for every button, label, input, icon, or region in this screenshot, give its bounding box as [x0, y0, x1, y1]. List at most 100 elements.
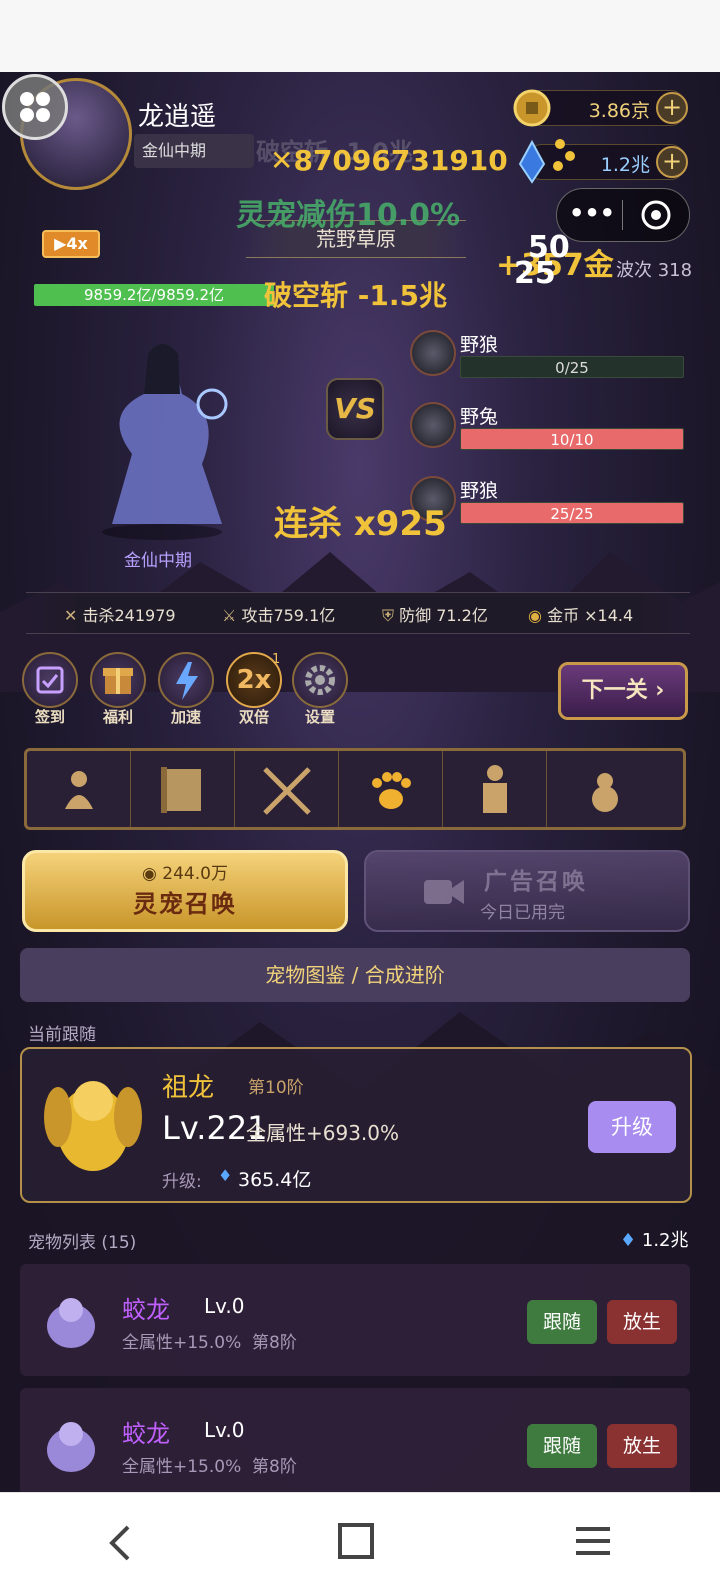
gold-add-button[interactable]: +: [656, 92, 688, 124]
summon-coin-icon: ◉: [142, 864, 157, 884]
tab-cultivation[interactable]: [27, 751, 131, 827]
tab-warrior[interactable]: [443, 751, 547, 827]
pet-tier: 第8阶: [252, 1457, 297, 1477]
stat-defense-text: 防御 71.2亿: [399, 606, 488, 625]
buff-text: 灵宠减伤10.0%: [236, 198, 461, 233]
checkin-button[interactable]: [22, 652, 78, 708]
gem-amount: 1.2兆: [600, 154, 650, 176]
gold-amount: 3.86京: [588, 100, 650, 122]
double-badge: 1: [272, 652, 281, 667]
enemy-name: 野兔: [460, 406, 499, 428]
welfare-label: 福利: [102, 708, 133, 726]
summon-cost: ◉ 244.0万: [25, 859, 345, 884]
video-camera-icon: [424, 880, 464, 904]
release-button[interactable]: 放生: [607, 1300, 677, 1344]
speed-badge[interactable]: ▶4x: [42, 230, 100, 258]
paw-icon: [372, 772, 411, 809]
stat-attack: ⚔ 攻击759.1亿: [222, 602, 335, 626]
pet-tier: 第8阶: [252, 1333, 297, 1353]
enemy-hp-bar: 0/25: [460, 356, 684, 378]
back-icon[interactable]: [100, 1521, 140, 1565]
stat-kills: ✕ 击杀241979: [64, 602, 176, 626]
scroll-icon: [161, 767, 201, 813]
stat-gold-rate-text: 金币 ×14.4: [547, 606, 634, 625]
enemy-avatar: [410, 402, 456, 448]
pet-list-title: 宠物列表 (15): [28, 1233, 137, 1253]
follow-button[interactable]: 跟随: [527, 1424, 597, 1468]
pet-name: 蛟龙: [122, 1420, 170, 1448]
summon-cost-text: 244.0万: [162, 864, 228, 884]
home-icon[interactable]: [334, 1519, 378, 1563]
pet-list-balance-value: 1.2兆: [641, 1230, 689, 1251]
stat-defense: ⛨ 防御 71.2亿: [382, 602, 488, 626]
pet-list-balance: ♦ 1.2兆: [620, 1226, 689, 1252]
ad-summon-label: 广告召唤: [484, 869, 588, 895]
double-label: 双倍: [238, 708, 269, 726]
follow-button[interactable]: 跟随: [527, 1300, 597, 1344]
damage-number-25: 25: [514, 256, 556, 291]
damage-total-text: ✕87096731910: [270, 144, 508, 177]
settings-button[interactable]: [292, 652, 348, 708]
gourd-icon: [592, 773, 618, 812]
sword-icon: ⚔: [222, 606, 237, 625]
shield-icon: ⛨: [382, 606, 395, 625]
enemy-hp-text: 0/25: [555, 359, 589, 377]
tab-gourd[interactable]: [547, 751, 651, 827]
more-options-icon[interactable]: •••: [566, 192, 618, 238]
upgrade-cost-value: 365.4亿: [238, 1169, 312, 1191]
pet-summon-button[interactable]: ◉ 244.0万 灵宠召唤: [22, 850, 348, 932]
capsule-divider: [622, 200, 623, 230]
current-pet-card: 祖龙 第10阶 Lv.221 全属性+693.0% 升级: ♦ 365.4亿 升…: [20, 1047, 692, 1203]
pet-list-item: 蛟龙 Lv.0 全属性+15.0% 第8阶 跟随 放生: [20, 1388, 690, 1492]
enemy-hp-bar: 10/10: [460, 428, 684, 450]
next-level-button[interactable]: 下一关 ›: [558, 662, 688, 720]
tab-weapons[interactable]: [235, 751, 339, 827]
menu-icon[interactable]: [572, 1521, 616, 1561]
category-tab-bar: [24, 748, 686, 830]
pet-bonus: 全属性+15.0%: [122, 1333, 242, 1353]
pet-codex-button[interactable]: 宠物图鉴 / 合成进阶: [20, 948, 690, 1002]
damage-total-value: 87096731910: [293, 144, 508, 177]
close-miniprogram-icon[interactable]: [640, 199, 672, 231]
meditating-figure-icon: [65, 771, 93, 809]
kills-icon: ✕: [64, 606, 78, 625]
stat-gold-rate: ◉ 金币 ×14.4: [528, 602, 633, 626]
combo-text: 连杀 x925: [274, 504, 447, 544]
dragon-pet-image: [47, 1422, 95, 1472]
speedup-button[interactable]: [158, 652, 214, 708]
player-realm-badge: 金仙中期: [134, 134, 254, 168]
ad-summon-button[interactable]: 广告召唤 今日已用完: [364, 850, 690, 932]
stat-kills-text: 击杀241979: [82, 606, 176, 625]
enemy-hp-text: 25/25: [550, 505, 594, 523]
pet-level: Lv.0: [204, 1294, 245, 1318]
tab-scroll[interactable]: [131, 751, 235, 827]
gold-coin-icon: [513, 89, 551, 127]
game-screen: 龙逍遥 金仙中期 ▶4x 9859.2亿/9859.2亿 3.86京 + 1.2…: [0, 72, 720, 1492]
hero-character-sprite: [102, 344, 228, 540]
wave-counter: 波次 318: [616, 260, 693, 281]
lightning-icon: [176, 662, 198, 700]
skill-hit-text: 破空斩 -1.5兆: [264, 279, 447, 312]
vs-badge: VS: [326, 378, 384, 440]
menu-grid-button[interactable]: [2, 74, 68, 140]
enemy-name: 野狼: [460, 480, 499, 502]
coin-icon: ◉: [528, 606, 542, 625]
ad-summon-status: 今日已用完: [480, 903, 565, 923]
gem-icon: [518, 139, 575, 184]
stat-attack-text: 攻击759.1亿: [241, 606, 336, 625]
player-hp-text: 9859.2亿/9859.2亿: [83, 286, 225, 304]
browser-top-bar: [0, 0, 720, 72]
upgrade-button[interactable]: 升级: [588, 1101, 676, 1153]
tab-pets[interactable]: [339, 751, 443, 827]
pet-bonus: 全属性+15.0%: [122, 1457, 242, 1477]
gear-icon: [305, 665, 335, 695]
welfare-button[interactable]: [90, 652, 146, 708]
upgrade-cost-label: 升级:: [162, 1172, 202, 1192]
enemy-name: 野狼: [460, 334, 499, 356]
release-button[interactable]: 放生: [607, 1424, 677, 1468]
gem-tiny-icon: ♦: [620, 1230, 637, 1251]
dragon-pet-image: [47, 1298, 95, 1348]
pet-list-item: 蛟龙 Lv.0 全属性+15.0% 第8阶 跟随 放生: [20, 1264, 690, 1376]
system-nav-bar: [0, 1492, 720, 1588]
gem-add-button[interactable]: +: [656, 146, 688, 178]
